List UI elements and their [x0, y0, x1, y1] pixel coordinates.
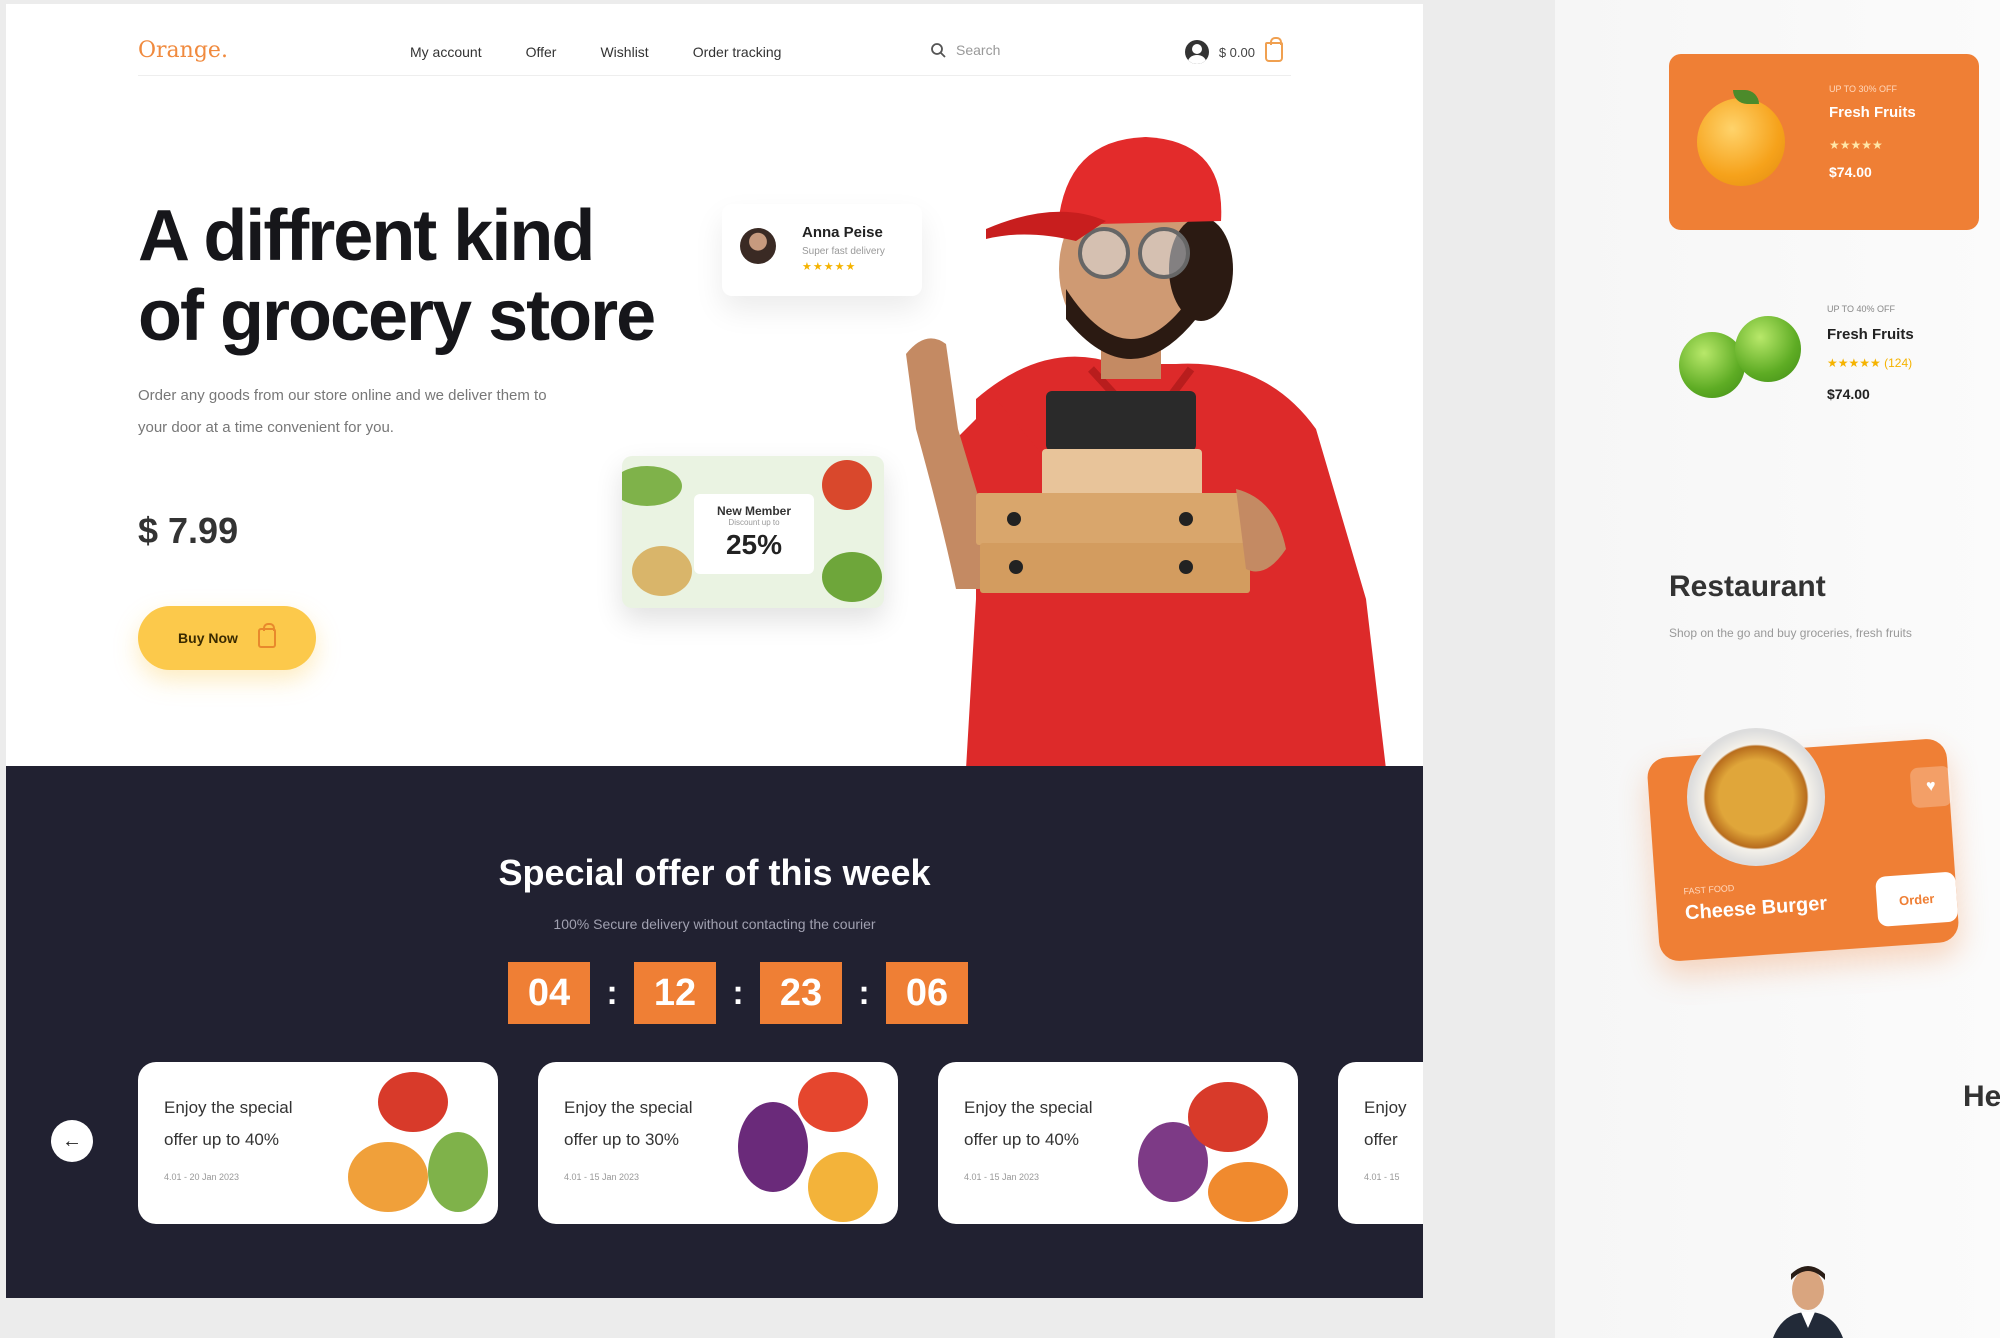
- search-icon: [931, 43, 946, 58]
- offer-card-line: offer: [1364, 1130, 1398, 1149]
- offer-card[interactable]: Enjoy the special offer up to 40% 4.01 -…: [138, 1062, 498, 1224]
- order-button[interactable]: Order: [1875, 871, 1959, 927]
- product-name[interactable]: Fresh Fruits: [1827, 326, 1914, 343]
- search-placeholder: Search: [956, 42, 1001, 58]
- hero-title: A diffrent kind of grocery store: [138, 196, 758, 356]
- cabbage-image: [738, 1102, 808, 1192]
- apple: [1735, 316, 1801, 382]
- timer-seconds: 06: [886, 962, 968, 1024]
- nav-link-order-tracking[interactable]: Order tracking: [693, 44, 782, 60]
- product-tag: UP TO 40% OFF: [1827, 304, 1896, 314]
- reviewer-avatar: [740, 228, 776, 264]
- side-mockup: UP TO 30% OFF Fresh Fruits ★★★★★ $74.00 …: [1555, 0, 2000, 1338]
- tomato-image: [1188, 1082, 1268, 1152]
- timer-separator: :: [732, 973, 744, 1012]
- product-name: Fresh Fruits: [1829, 104, 1916, 121]
- new-member-promo-card[interactable]: New Member Discount up to 25%: [622, 456, 884, 608]
- product-price: $74.00: [1827, 386, 1870, 402]
- offer-card-date: 4.01 - 15 Jan 2023: [564, 1172, 640, 1182]
- landing-page-mockup: Orange. My account Offer Wishlist Order …: [6, 4, 1423, 1298]
- cart-amount: $ 0.00: [1218, 44, 1255, 60]
- offer-card-line: Enjoy: [1364, 1098, 1407, 1117]
- timer-minutes: 23: [760, 962, 842, 1024]
- nav-link-wishlist[interactable]: Wishlist: [600, 44, 648, 60]
- account-area: $ 0.00: [1184, 37, 1283, 64]
- restaurant-heading: Restaurant: [1669, 570, 1826, 603]
- product-name: Cheese Burger: [1684, 892, 1828, 925]
- nav-link-my-account[interactable]: My account: [410, 44, 482, 60]
- offer-card-date: 4.01 - 15 Jan 2023: [964, 1172, 1040, 1182]
- timer-separator: :: [858, 973, 870, 1012]
- offer-card-text: Enjoy the special offer up to 40%: [964, 1092, 1134, 1156]
- special-offer-title: Special offer of this week: [498, 852, 931, 893]
- special-offer-subtitle: 100% Secure delivery without contacting …: [553, 916, 876, 932]
- offer-card-text: Enjoy offer: [1364, 1092, 1423, 1156]
- offer-card-line: offer up to 40%: [964, 1130, 1079, 1149]
- logo[interactable]: Orange.: [138, 38, 228, 63]
- timer-days: 04: [508, 962, 590, 1024]
- pepper-image: [798, 1072, 868, 1132]
- offer-card[interactable]: Enjoy the special offer up to 30% 4.01 -…: [538, 1062, 898, 1224]
- promo-label-box: New Member Discount up to 25%: [694, 494, 814, 574]
- offer-card-line: Enjoy the special: [564, 1098, 693, 1117]
- product-tag: FAST FOOD: [1683, 882, 1735, 897]
- restaurant-subtitle: Shop on the go and buy groceries, fresh …: [1669, 626, 1912, 640]
- vegetable-image: [348, 1142, 428, 1212]
- vegetable-image: [1208, 1162, 1288, 1222]
- timer-hours: 12: [634, 962, 716, 1024]
- search-field[interactable]: Search: [930, 42, 1000, 58]
- food-plate-image: [1687, 728, 1825, 866]
- offer-card-text: Enjoy the special offer up to 30%: [564, 1092, 734, 1156]
- vegetable-image: [428, 1132, 488, 1212]
- person-avatar-image: [1773, 1266, 1843, 1338]
- timer-separator: :: [606, 973, 618, 1012]
- heart-icon[interactable]: ♥: [1909, 765, 1953, 809]
- delivery-man-image: [906, 137, 1386, 769]
- vegetable-image: [632, 546, 692, 596]
- promo-subtitle: Discount up to: [728, 518, 780, 527]
- vegetable-image: [622, 466, 682, 506]
- pepper-image: [808, 1152, 878, 1222]
- nav-links: My account Offer Wishlist Order tracking: [410, 44, 781, 60]
- star-rating: ★★★★★: [1829, 138, 1883, 152]
- hero-title-line-2: of grocery store: [138, 276, 656, 356]
- promo-title: New Member: [716, 504, 792, 518]
- offer-card[interactable]: Enjoy offer 4.01 - 15: [1338, 1062, 1423, 1224]
- product-price: $74.00: [1829, 164, 1872, 180]
- product-tag: UP TO 30% OFF: [1829, 84, 1898, 94]
- offer-card[interactable]: Enjoy the special offer up to 40% 4.01 -…: [938, 1062, 1298, 1224]
- countdown-timer: 04 : 12 : 23 : 06: [508, 962, 968, 1024]
- orange-image: [1697, 98, 1785, 186]
- shopping-bag-icon: [257, 623, 276, 648]
- carousel-prev-button[interactable]: ←: [51, 1120, 93, 1162]
- top-navigation: Orange. My account Offer Wishlist Order …: [138, 30, 1291, 76]
- buy-now-label: Buy Now: [178, 630, 238, 646]
- user-icon[interactable]: [1184, 40, 1209, 64]
- tomato-image: [378, 1072, 448, 1132]
- star-rating: ★★★★★ (124): [1827, 356, 1913, 370]
- offer-card-line: Enjoy the special: [964, 1098, 1093, 1117]
- nav-link-offer[interactable]: Offer: [526, 44, 557, 60]
- special-offer-section: Special offer of this week 100% Secure d…: [6, 766, 1423, 1298]
- offer-card-date: 4.01 - 20 Jan 2023: [164, 1172, 240, 1182]
- offer-card-line: offer up to 40%: [164, 1130, 279, 1149]
- hero-price: $ 7.99: [138, 510, 239, 551]
- offer-card-line: Enjoy the special: [164, 1098, 293, 1117]
- green-apples-image: [1679, 312, 1809, 398]
- arrow-left-icon: ←: [62, 1129, 82, 1152]
- fresh-fruits-card[interactable]: UP TO 30% OFF Fresh Fruits ★★★★★ $74.00: [1669, 54, 1979, 230]
- hero-subtitle: Order any goods from our store online an…: [138, 387, 547, 436]
- promo-percent: 25%: [725, 529, 783, 560]
- hero-title-line-1: A diffrent kind: [138, 196, 595, 276]
- partial-heading: He: [1963, 1080, 2000, 1113]
- offer-card-text: Enjoy the special offer up to 40%: [164, 1092, 334, 1156]
- buy-now-button[interactable]: Buy Now: [138, 606, 316, 670]
- offer-card-line: offer up to 30%: [564, 1130, 679, 1149]
- offer-card-date: 4.01 - 15: [1364, 1172, 1400, 1182]
- shopping-bag-icon[interactable]: [1265, 37, 1283, 62]
